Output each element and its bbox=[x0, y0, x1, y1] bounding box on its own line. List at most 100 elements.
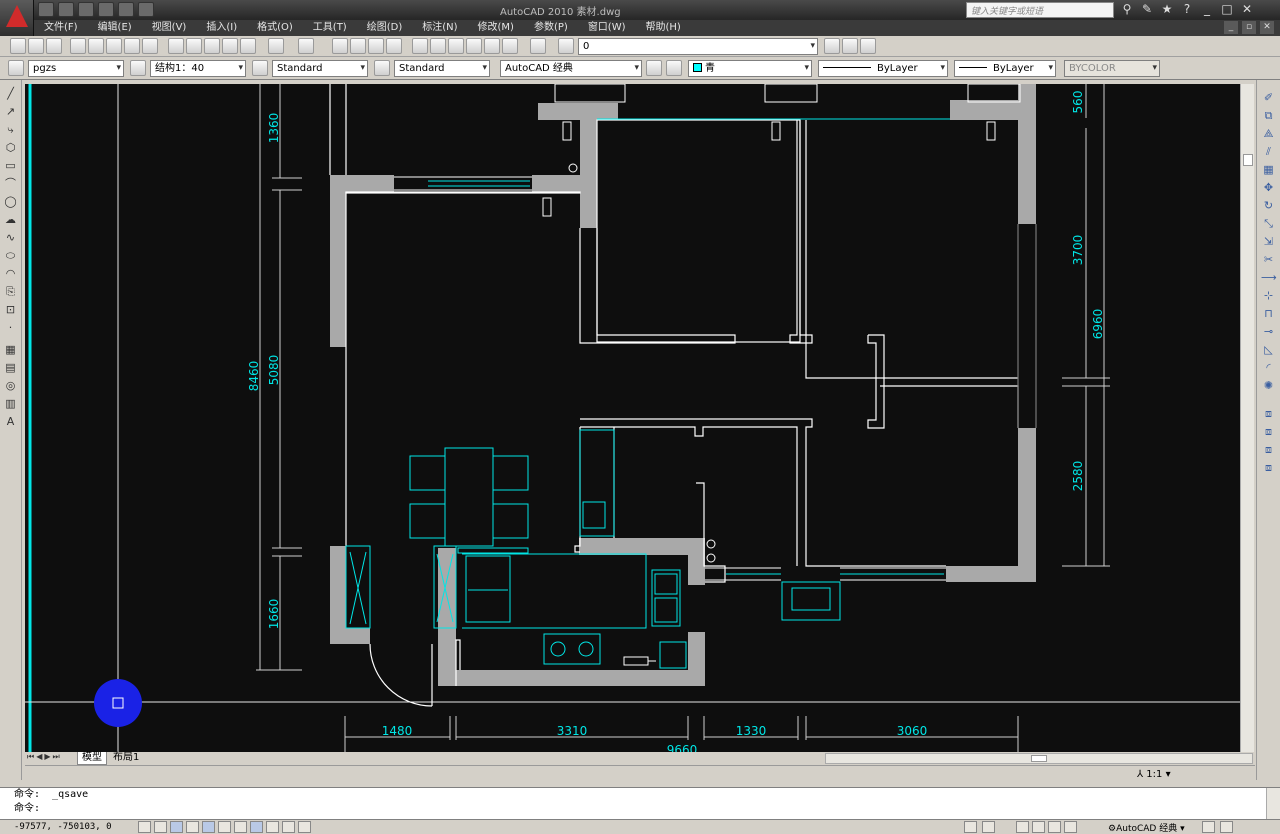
polygon-icon[interactable]: ⬡ bbox=[3, 140, 18, 155]
layer-previous-icon[interactable] bbox=[824, 38, 840, 54]
make-block-icon[interactable]: ⊡ bbox=[3, 302, 18, 317]
object-snap-icon[interactable] bbox=[202, 821, 215, 833]
rectangle-icon[interactable]: ▭ bbox=[3, 158, 18, 173]
3d-dwf-icon[interactable] bbox=[124, 38, 140, 54]
insert-block-icon[interactable]: ⎘ bbox=[3, 284, 18, 299]
publish-icon[interactable] bbox=[106, 38, 122, 54]
menu-view[interactable]: 视图(V) bbox=[152, 20, 187, 36]
circle-icon[interactable]: ◯ bbox=[3, 194, 18, 209]
menu-dimension[interactable]: 标注(N) bbox=[422, 20, 457, 36]
trim-icon[interactable]: ✂ bbox=[1261, 252, 1276, 267]
horizontal-scrollbar[interactable] bbox=[825, 753, 1253, 764]
first-tab-icon[interactable]: ⏮ bbox=[27, 752, 34, 762]
table-style-icon[interactable] bbox=[252, 60, 268, 76]
pan-status-icon[interactable] bbox=[1016, 821, 1029, 833]
multiline-text-icon[interactable]: A bbox=[3, 414, 18, 429]
undo-icon[interactable] bbox=[98, 2, 114, 17]
design-center-icon[interactable] bbox=[430, 38, 446, 54]
draw-order-front-icon[interactable]: ⧈ bbox=[1261, 406, 1276, 421]
plot-preview-icon[interactable] bbox=[88, 38, 104, 54]
next-tab-icon[interactable]: ▶ bbox=[44, 752, 50, 762]
binoculars-icon[interactable]: ⚲ bbox=[1120, 2, 1134, 16]
cut-icon[interactable] bbox=[168, 38, 184, 54]
quick-view-layouts-icon[interactable] bbox=[982, 821, 995, 833]
erase-icon[interactable]: ✐ bbox=[1261, 90, 1276, 105]
polyline-icon[interactable]: ⤷ bbox=[3, 122, 18, 137]
mleader-style-dropdown[interactable]: Standard bbox=[394, 60, 490, 77]
plot-icon[interactable] bbox=[138, 2, 154, 17]
dynamic-ucs-icon[interactable] bbox=[234, 821, 247, 833]
lineweight-toggle-icon[interactable] bbox=[266, 821, 279, 833]
rotate-icon[interactable]: ↻ bbox=[1261, 198, 1276, 213]
close-icon[interactable]: ✕ bbox=[1240, 2, 1254, 16]
tools-icon[interactable]: ✎ bbox=[1140, 2, 1154, 16]
favorite-star-icon[interactable]: ★ bbox=[1160, 2, 1174, 16]
table-style-dropdown[interactable]: Standard bbox=[272, 60, 368, 77]
bring-above-icon[interactable]: ⧈ bbox=[1261, 442, 1276, 457]
quick-properties-icon[interactable] bbox=[282, 821, 295, 833]
quickcalc-icon[interactable] bbox=[502, 38, 518, 54]
dim-style-dropdown[interactable]: 结构1：40 bbox=[150, 60, 246, 77]
layer-properties-icon[interactable] bbox=[558, 38, 574, 54]
block-editor-icon[interactable] bbox=[240, 38, 256, 54]
showmotion-icon[interactable] bbox=[1064, 821, 1077, 833]
linetype-dropdown[interactable]: ByLayer bbox=[818, 60, 948, 77]
prev-tab-icon[interactable]: ◀ bbox=[36, 752, 42, 762]
doc-restore-icon[interactable]: ▫ bbox=[1242, 21, 1256, 34]
menu-help[interactable]: 帮助(H) bbox=[646, 20, 681, 36]
mleader-style-icon[interactable] bbox=[374, 60, 390, 76]
layer-states-icon[interactable] bbox=[860, 38, 876, 54]
revision-cloud-icon[interactable]: ☁ bbox=[3, 212, 18, 227]
lineweight-dropdown[interactable]: ByLayer bbox=[954, 60, 1056, 77]
dynamic-input-icon[interactable] bbox=[250, 821, 263, 833]
break-icon[interactable]: ⊓ bbox=[1261, 306, 1276, 321]
line-icon[interactable]: ╱ bbox=[3, 86, 18, 101]
menu-tools[interactable]: 工具(T) bbox=[313, 20, 347, 36]
array-icon[interactable]: ▦ bbox=[1261, 162, 1276, 177]
table-icon[interactable]: ▥ bbox=[3, 396, 18, 411]
doc-minimize-icon[interactable]: _ bbox=[1224, 21, 1238, 34]
application-menu-button[interactable] bbox=[0, 0, 34, 36]
copy-object-icon[interactable]: ⧉ bbox=[1261, 108, 1276, 123]
model-space-canvas[interactable]: 1360 5080 8460 1660 560 3700 6960 2580 1… bbox=[25, 84, 1240, 752]
model-layout-icon[interactable] bbox=[964, 821, 977, 833]
tool-palettes-icon[interactable] bbox=[448, 38, 464, 54]
save-icon[interactable] bbox=[78, 2, 94, 17]
fillet-icon[interactable]: ◜ bbox=[1261, 360, 1276, 375]
zoom-realtime-icon[interactable] bbox=[350, 38, 366, 54]
workspace-switching[interactable]: ⚙AutoCAD 经典 ▾ bbox=[1108, 821, 1185, 834]
save-toolbar-icon[interactable] bbox=[46, 38, 62, 54]
break-at-point-icon[interactable]: ⊹ bbox=[1261, 288, 1276, 303]
grid-display-icon[interactable] bbox=[154, 821, 167, 833]
zoom-status-icon[interactable] bbox=[1032, 821, 1045, 833]
command-prompt-input[interactable]: 命令: bbox=[0, 802, 1280, 816]
properties-icon[interactable] bbox=[412, 38, 428, 54]
last-tab-icon[interactable]: ⏭ bbox=[53, 752, 60, 762]
menu-draw[interactable]: 绘图(D) bbox=[367, 20, 403, 36]
command-scrollbar[interactable] bbox=[1266, 788, 1280, 820]
extend-icon[interactable]: ⟶ bbox=[1261, 270, 1277, 285]
menu-insert[interactable]: 插入(I) bbox=[206, 20, 237, 36]
ellipse-icon[interactable]: ⬭ bbox=[3, 248, 18, 263]
vertical-scrollbar[interactable] bbox=[1240, 84, 1254, 752]
redo-icon[interactable] bbox=[118, 2, 134, 17]
join-icon[interactable]: ⊸ bbox=[1261, 324, 1276, 339]
workspace-settings-icon[interactable] bbox=[646, 60, 662, 76]
arc-icon[interactable]: ⌒ bbox=[3, 176, 18, 191]
help-toolbar-icon[interactable] bbox=[530, 38, 546, 54]
zoom-previous-icon[interactable] bbox=[386, 38, 402, 54]
steering-wheel-icon[interactable] bbox=[1048, 821, 1061, 833]
match-properties-icon[interactable] bbox=[222, 38, 238, 54]
menu-parametric[interactable]: 参数(P) bbox=[534, 20, 568, 36]
coordinate-readout[interactable]: -97577, -750103, 0 bbox=[14, 822, 112, 832]
hatch-icon[interactable]: ▦ bbox=[3, 342, 18, 357]
layer-dropdown[interactable]: 0 bbox=[578, 38, 818, 55]
draw-order-back-icon[interactable]: ⧈ bbox=[1261, 424, 1276, 439]
polar-tracking-icon[interactable] bbox=[186, 821, 199, 833]
menu-format[interactable]: 格式(O) bbox=[257, 20, 293, 36]
point-icon[interactable]: · bbox=[3, 320, 18, 335]
redo-toolbar-icon[interactable] bbox=[298, 38, 314, 54]
lock-toolbar-icon[interactable] bbox=[1202, 821, 1215, 833]
ellipse-arc-icon[interactable]: ◠ bbox=[3, 266, 18, 281]
undo-toolbar-icon[interactable] bbox=[268, 38, 284, 54]
